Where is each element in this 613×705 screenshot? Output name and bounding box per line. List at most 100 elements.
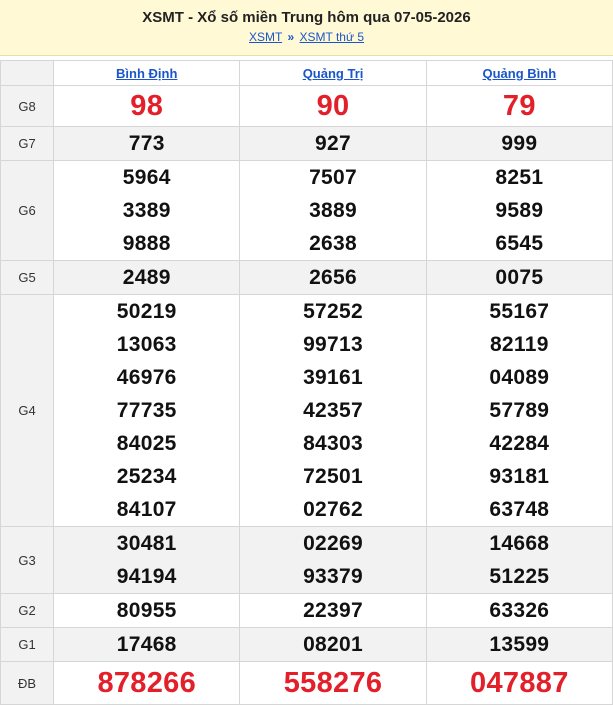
prize-label: G8 (0, 85, 55, 127)
prize-number: 82119 (489, 333, 549, 356)
prize-cell: 50219 13063 46976 77735 84025 25234 84107 (53, 294, 241, 527)
prize-cell: 047887 (425, 661, 613, 705)
prize-number: 77735 (116, 399, 177, 422)
prize-row: G3 30481 94194 02269 93379 14668 51225 (0, 526, 613, 594)
prize-cell: 22397 (239, 593, 427, 628)
prize-number: 63748 (489, 498, 550, 521)
prize-cell: 63326 (425, 593, 613, 628)
prize-number: 927 (315, 132, 351, 155)
prize-number: 51225 (489, 565, 550, 588)
prize-number: 7507 (309, 166, 357, 189)
prize-cell: 55167 82119 04089 57789 42284 93181 63748 (425, 294, 613, 527)
prize-number: 46976 (116, 366, 177, 389)
prize-number: 22397 (303, 599, 363, 622)
prize-cell: 999 (425, 126, 613, 161)
prize-table-body: G8 98 90 79 G7 773 927 999 G6 5964 3389 9888 7507 388… (0, 85, 613, 705)
prize-number: 8251 (495, 166, 544, 189)
prize-number: 57789 (489, 399, 550, 422)
prize-number: 2656 (309, 266, 357, 289)
prize-row: G5 2489 2656 0075 (0, 260, 613, 295)
special-prize-number: 558276 (283, 667, 383, 699)
prize-number: 6545 (495, 232, 544, 255)
prize-number: 02269 (303, 532, 363, 555)
prize-cell: 773 (53, 126, 241, 161)
prize-cell: 927 (239, 126, 427, 161)
page-header: XSMT - Xổ số miền Trung hôm qua 07-05-20… (0, 0, 613, 56)
prize-cell: 8251 9589 6545 (425, 160, 613, 261)
prize-label: G2 (0, 593, 55, 628)
prize-label: G5 (0, 260, 55, 295)
prize-number: 3389 (122, 199, 171, 222)
prize-cell: 7507 3889 2638 (239, 160, 427, 261)
province-header: Quảng Trị (239, 60, 427, 86)
prize-label: G7 (0, 126, 55, 161)
prize-number: 57252 (303, 300, 363, 323)
prize-cell: 30481 94194 (53, 526, 241, 594)
prize-number: 08201 (303, 633, 363, 656)
prize-cell: 79 (425, 85, 613, 127)
breadcrumb-xsmt-link[interactable]: XSMT (249, 30, 282, 44)
table-header-row: Bình Định Quảng Trị Quảng Bình (0, 60, 613, 86)
prize-cell: 17468 (53, 627, 241, 662)
prize-cell: 558276 (239, 661, 427, 705)
prize-number: 13063 (116, 333, 177, 356)
prize-number: 0075 (495, 266, 544, 289)
province-header: Bình Định (53, 60, 241, 86)
prize-cell: 02269 93379 (239, 526, 427, 594)
prize-number: 93379 (303, 565, 363, 588)
prize-number: 3889 (309, 199, 357, 222)
breadcrumb: XSMT » XSMT thứ 5 (0, 29, 613, 45)
prize-cell: 0075 (425, 260, 613, 295)
prize-row: G4 50219 13063 46976 77735 84025 25234 84107 572… (0, 294, 613, 527)
results-table: Bình Định Quảng Trị Quảng Bình G8 98 90 79 G… (0, 60, 613, 705)
prize-cell: 13599 (425, 627, 613, 662)
prize-number: 04089 (489, 366, 550, 389)
province-header: Quảng Bình (425, 60, 613, 86)
prize-label: ĐB (0, 661, 55, 705)
special-prize-number: 047887 (470, 667, 569, 699)
prize-number: 98 (130, 90, 164, 122)
prize-number: 17468 (116, 633, 177, 656)
prize-number: 42284 (489, 432, 550, 455)
prize-row: G2 80955 22397 63326 (0, 593, 613, 628)
prize-number: 99713 (303, 333, 363, 356)
prize-cell: 2489 (53, 260, 241, 295)
prize-number: 39161 (303, 366, 363, 389)
prize-number: 94194 (116, 565, 177, 588)
breadcrumb-separator: » (287, 30, 295, 44)
province-link-quang-binh[interactable]: Quảng Bình (483, 66, 557, 81)
prize-number: 84025 (116, 432, 177, 455)
prize-label: G1 (0, 627, 55, 662)
prize-number: 50219 (116, 300, 177, 323)
prize-row: G8 98 90 79 (0, 85, 613, 127)
prize-number: 9888 (122, 232, 171, 255)
prize-number: 84107 (116, 498, 177, 521)
province-link-quang-tri[interactable]: Quảng Trị (303, 66, 364, 81)
prize-row: ĐB 878266 558276 047887 (0, 661, 613, 705)
prize-number: 5964 (122, 166, 171, 189)
prize-number: 2638 (309, 232, 357, 255)
prize-number: 42357 (303, 399, 363, 422)
prize-number: 773 (128, 132, 165, 155)
prize-label: G3 (0, 526, 55, 594)
header-corner (0, 60, 55, 86)
prize-cell: 90 (239, 85, 427, 127)
prize-row: G1 17468 08201 13599 (0, 627, 613, 662)
prize-number: 2489 (122, 266, 171, 289)
prize-number: 90 (316, 90, 350, 122)
breadcrumb-xsmt-thu5-link[interactable]: XSMT thứ 5 (300, 30, 365, 44)
prize-number: 30481 (116, 532, 177, 555)
page-title: XSMT - Xổ số miền Trung hôm qua 07-05-20… (142, 9, 471, 26)
prize-row: G7 773 927 999 (0, 126, 613, 161)
prize-label: G6 (0, 160, 55, 261)
prize-number: 9589 (495, 199, 544, 222)
prize-number: 13599 (489, 633, 550, 656)
prize-cell: 5964 3389 9888 (53, 160, 241, 261)
prize-cell: 878266 (53, 661, 241, 705)
province-link-binh-dinh[interactable]: Bình Định (116, 66, 177, 81)
prize-number: 93181 (489, 465, 550, 488)
prize-number: 14668 (489, 532, 550, 555)
prize-number: 25234 (116, 465, 177, 488)
prize-cell: 2656 (239, 260, 427, 295)
prize-number: 63326 (489, 599, 550, 622)
